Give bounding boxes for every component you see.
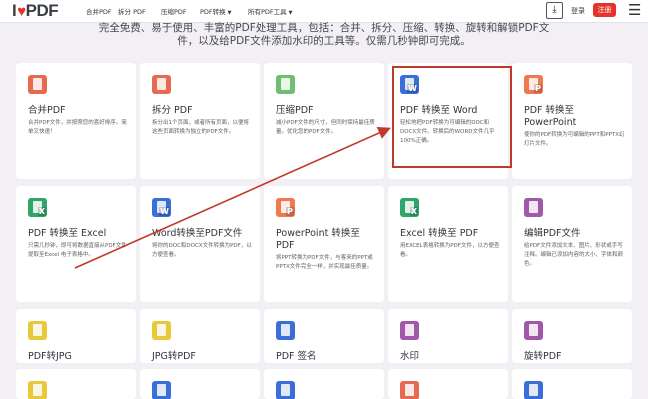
annotation-arrow: [74, 127, 391, 269]
